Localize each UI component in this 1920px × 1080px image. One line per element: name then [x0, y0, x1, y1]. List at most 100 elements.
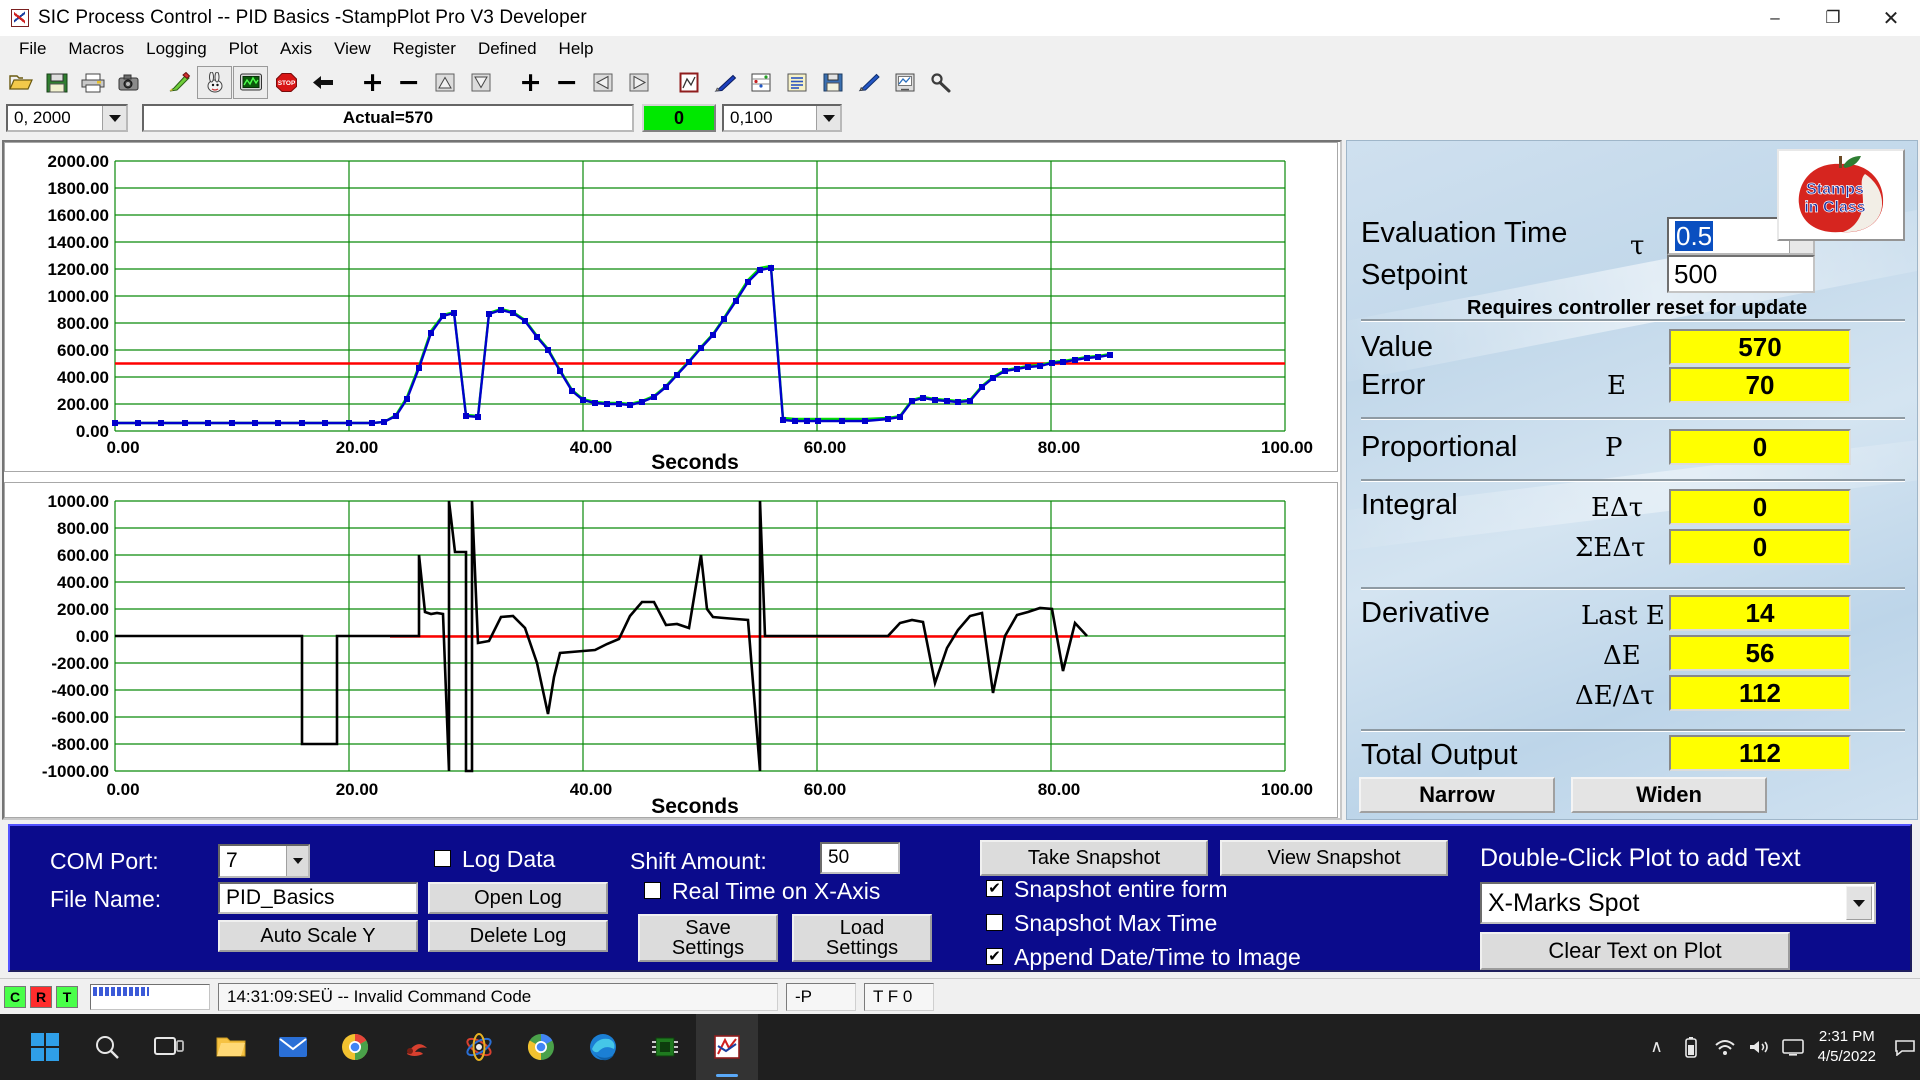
x-range-value: 0,100 [730, 108, 773, 127]
plus-icon[interactable]: + [355, 65, 390, 99]
load-settings-line2: Settings [825, 937, 899, 959]
stop-sign-icon[interactable]: STOP [269, 65, 304, 99]
load-settings-button[interactable]: Load Settings [792, 914, 932, 962]
chevron-down-icon[interactable] [102, 106, 126, 130]
open-log-button[interactable]: Open Log [428, 882, 608, 914]
menu-macros[interactable]: Macros [57, 37, 135, 61]
value-label: Value [1361, 331, 1434, 363]
text-marker-combo[interactable]: X-Marks Spot [1480, 882, 1876, 924]
wifi-icon[interactable] [1708, 1038, 1742, 1056]
wrench-icon[interactable] [923, 65, 958, 99]
plus-icon[interactable]: + [513, 65, 548, 99]
edge-icon[interactable] [572, 1014, 634, 1080]
process-value-plot[interactable]: 2000.00 1800.00 1600.00 1400.00 1200.00 100… [4, 142, 1338, 473]
chip-icon[interactable] [634, 1014, 696, 1080]
search-icon[interactable] [76, 1014, 138, 1080]
chevron-down-icon[interactable] [1846, 886, 1872, 920]
ruler-icon[interactable] [851, 65, 886, 99]
marker-pen-icon[interactable] [161, 65, 196, 99]
notepad-icon[interactable] [779, 65, 814, 99]
com-port-combo[interactable]: 7 [218, 844, 310, 878]
menu-file[interactable]: File [8, 37, 57, 61]
left-arrow-icon[interactable] [305, 65, 340, 99]
save-settings-button[interactable]: Save Settings [638, 914, 778, 962]
triangle-left-icon[interactable] [585, 65, 620, 99]
append-date-time-label: Append Date/Time to Image [1014, 944, 1301, 970]
triangle-up-icon[interactable] [427, 65, 462, 99]
battery-icon[interactable] [1674, 1036, 1708, 1058]
data-grid-icon[interactable] [743, 65, 778, 99]
svg-text:400.00: 400.00 [57, 368, 109, 387]
svg-text:200.00: 200.00 [57, 600, 109, 619]
menu-register[interactable]: Register [382, 37, 467, 61]
chrome-beta-icon[interactable] [510, 1014, 572, 1080]
minus-icon[interactable]: − [549, 65, 584, 99]
mail-icon[interactable] [262, 1014, 324, 1080]
actual-value-display[interactable]: Actual=570 [142, 104, 634, 132]
chevron-up-icon[interactable]: ∧ [1640, 1037, 1674, 1057]
menu-logging[interactable]: Logging [135, 37, 218, 61]
pencil-icon[interactable] [707, 65, 742, 99]
folder-open-icon[interactable] [3, 65, 38, 99]
file-name-label: File Name: [50, 886, 162, 912]
widen-button[interactable]: Widen [1571, 777, 1767, 813]
menu-plot[interactable]: Plot [218, 37, 269, 61]
proportional-label: Proportional [1361, 431, 1518, 463]
y-range-combo[interactable]: 0, 2000 [6, 104, 128, 132]
x-range-combo[interactable]: 0,100 [722, 104, 842, 132]
file-name-input[interactable]: PID_Basics [218, 882, 418, 914]
monitor-icon[interactable] [1776, 1038, 1810, 1056]
export-image-icon[interactable] [887, 65, 922, 99]
log-data-checkbox[interactable] [434, 850, 451, 867]
notification-icon[interactable] [1890, 1039, 1920, 1056]
chrome-icon[interactable] [324, 1014, 386, 1080]
triangle-right-icon[interactable] [621, 65, 656, 99]
snapshot-max-time-checkbox[interactable] [986, 914, 1003, 931]
setpoint-input[interactable]: 500 [1667, 255, 1815, 293]
close-button[interactable]: ✕ [1862, 0, 1920, 36]
divider [1361, 729, 1905, 732]
pid-terms-plot[interactable]: 1000.00 800.00 600.00 400.00 200.00 0.00 -2… [4, 482, 1338, 818]
red-swirl-icon[interactable] [386, 1014, 448, 1080]
rabbit-icon[interactable] [197, 65, 232, 99]
monitor-icon[interactable] [233, 65, 268, 99]
clock-date: 4/5/2022 [1817, 1048, 1876, 1065]
maximize-button[interactable]: ❐ [1804, 0, 1862, 36]
delete-log-button[interactable]: Delete Log [428, 920, 608, 952]
stampplot-icon[interactable] [696, 1014, 758, 1080]
derivative-rate-display: 112 [1669, 675, 1851, 711]
delta-e-symbol: ΔE [1603, 641, 1641, 671]
real-time-x-axis-checkbox[interactable] [644, 882, 661, 899]
svg-text:100.00: 100.00 [1261, 438, 1313, 457]
chevron-down-icon[interactable] [816, 106, 840, 130]
clock[interactable]: 2:31 PM 4/5/2022 [1818, 1027, 1876, 1068]
menu-defined[interactable]: Defined [467, 37, 548, 61]
view-snapshot-button[interactable]: View Snapshot [1220, 840, 1448, 876]
auto-scale-y-button[interactable]: Auto Scale Y [218, 920, 418, 952]
minimize-button[interactable]: – [1746, 0, 1804, 36]
take-snapshot-button[interactable]: Take Snapshot [980, 840, 1208, 876]
derivative-label: Derivative [1361, 597, 1490, 629]
save-data-icon[interactable] [815, 65, 850, 99]
minus-icon[interactable]: − [391, 65, 426, 99]
triangle-down-icon[interactable] [463, 65, 498, 99]
chevron-down-icon[interactable] [286, 846, 308, 876]
menu-view[interactable]: View [323, 37, 382, 61]
narrow-button[interactable]: Narrow [1359, 777, 1555, 813]
floppy-disk-icon[interactable] [39, 65, 74, 99]
camera-icon[interactable] [111, 65, 146, 99]
svg-text:-1000.00: -1000.00 [42, 762, 109, 781]
folder-icon[interactable] [200, 1014, 262, 1080]
append-date-time-checkbox[interactable]: ✔ [986, 948, 1003, 965]
volume-icon[interactable] [1742, 1038, 1776, 1056]
windows-logo-icon[interactable] [14, 1014, 76, 1080]
clear-text-button[interactable]: Clear Text on Plot [1480, 932, 1790, 970]
snapshot-entire-form-checkbox[interactable]: ✔ [986, 880, 1003, 897]
shift-amount-input[interactable]: 50 [820, 842, 900, 874]
menu-help[interactable]: Help [548, 37, 605, 61]
atom-icon[interactable] [448, 1014, 510, 1080]
task-view-icon[interactable] [138, 1014, 200, 1080]
printer-icon[interactable] [75, 65, 110, 99]
chart-frame-icon[interactable] [671, 65, 706, 99]
menu-axis[interactable]: Axis [269, 37, 323, 61]
